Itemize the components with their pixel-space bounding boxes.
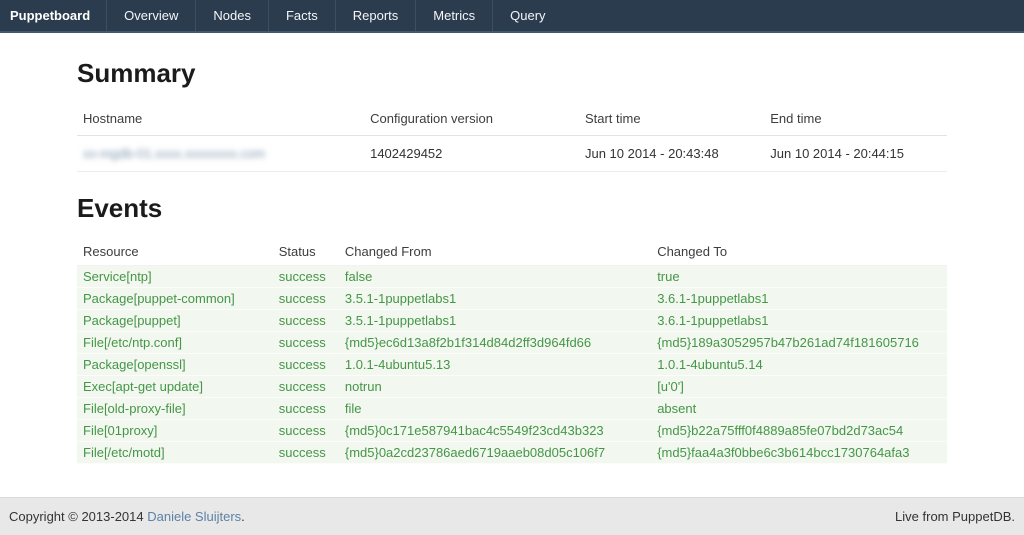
event-status: success bbox=[273, 332, 339, 354]
summary-col-config-version: Configuration version bbox=[364, 102, 579, 136]
event-resource: Package[puppet-common] bbox=[77, 288, 273, 310]
event-changed-to: [u'0'] bbox=[651, 376, 947, 398]
nav-item[interactable]: Overview bbox=[106, 0, 195, 31]
event-status: success bbox=[273, 376, 339, 398]
event-status: success bbox=[273, 310, 339, 332]
summary-col-start-time: Start time bbox=[579, 102, 764, 136]
nav-item[interactable]: Facts bbox=[268, 0, 335, 31]
event-row: File[/etc/ntp.conf] success {md5}ec6d13a… bbox=[77, 332, 947, 354]
event-resource: Service[ntp] bbox=[77, 266, 273, 288]
event-row: Package[openssl] success 1.0.1-4ubuntu5.… bbox=[77, 354, 947, 376]
event-changed-to: 3.6.1-1puppetlabs1 bbox=[651, 310, 947, 332]
copyright-text: Copyright © 2013-2014 Daniele Sluijters. bbox=[9, 509, 245, 524]
event-status: success bbox=[273, 288, 339, 310]
event-resource: File[old-proxy-file] bbox=[77, 398, 273, 420]
start-time-value: Jun 10 2014 - 20:43:48 bbox=[579, 136, 764, 172]
event-resource: File[/etc/ntp.conf] bbox=[77, 332, 273, 354]
event-changed-from: {md5}ec6d13a8f2b1f314d84d2ff3d964fd66 bbox=[339, 332, 651, 354]
config-version-value: 1402429452 bbox=[364, 136, 579, 172]
events-col-status: Status bbox=[273, 237, 339, 266]
nav-item[interactable]: Metrics bbox=[415, 0, 492, 31]
event-changed-from: file bbox=[339, 398, 651, 420]
event-resource: Package[puppet] bbox=[77, 310, 273, 332]
event-row: Package[puppet] success 3.5.1-1puppetlab… bbox=[77, 310, 947, 332]
copyright-prefix: Copyright © 2013-2014 bbox=[9, 509, 147, 524]
event-changed-to: 1.0.1-4ubuntu5.14 bbox=[651, 354, 947, 376]
end-time-value: Jun 10 2014 - 20:44:15 bbox=[764, 136, 947, 172]
event-resource: File[01proxy] bbox=[77, 420, 273, 442]
event-row: File[old-proxy-file] success file absent bbox=[77, 398, 947, 420]
event-row: Exec[apt-get update] success notrun [u'0… bbox=[77, 376, 947, 398]
event-resource: File[/etc/motd] bbox=[77, 442, 273, 464]
events-heading: Events bbox=[77, 193, 947, 224]
main-content: Summary Hostname Configuration version S… bbox=[0, 33, 1024, 497]
events-col-changed-from: Changed From bbox=[339, 237, 651, 266]
event-changed-from: {md5}0a2cd23786aed6719aaeb08d05c106f7 bbox=[339, 442, 651, 464]
events-col-changed-to: Changed To bbox=[651, 237, 947, 266]
events-col-resource: Resource bbox=[77, 237, 273, 266]
summary-heading: Summary bbox=[77, 58, 947, 89]
event-row: File[01proxy] success {md5}0c171e587941b… bbox=[77, 420, 947, 442]
event-row: Package[puppet-common] success 3.5.1-1pu… bbox=[77, 288, 947, 310]
event-row: File[/etc/motd] success {md5}0a2cd23786a… bbox=[77, 442, 947, 464]
summary-col-end-time: End time bbox=[764, 102, 947, 136]
event-changed-to: true bbox=[651, 266, 947, 288]
nav-item[interactable]: Query bbox=[492, 0, 562, 31]
event-changed-to: 3.6.1-1puppetlabs1 bbox=[651, 288, 947, 310]
events-table: Resource Status Changed From Changed To … bbox=[77, 237, 947, 464]
event-changed-from: 3.5.1-1puppetlabs1 bbox=[339, 310, 651, 332]
event-resource: Exec[apt-get update] bbox=[77, 376, 273, 398]
event-status: success bbox=[273, 354, 339, 376]
event-status: success bbox=[273, 420, 339, 442]
event-status: success bbox=[273, 266, 339, 288]
summary-table: Hostname Configuration version Start tim… bbox=[77, 102, 947, 172]
event-resource: Package[openssl] bbox=[77, 354, 273, 376]
hostname-link[interactable]: xx-mgdb-01.xxxx.xxxxxxxx.com bbox=[83, 146, 265, 161]
event-status: success bbox=[273, 442, 339, 464]
copyright-suffix: . bbox=[241, 509, 245, 524]
event-changed-to: absent bbox=[651, 398, 947, 420]
event-row: Service[ntp] success false true bbox=[77, 266, 947, 288]
event-changed-to: {md5}b22a75fff0f4889a85fe07bd2d73ac54 bbox=[651, 420, 947, 442]
summary-col-hostname: Hostname bbox=[77, 102, 364, 136]
event-changed-to: {md5}faa4a3f0bbe6c3b614bcc1730764afa3 bbox=[651, 442, 947, 464]
footer: Copyright © 2013-2014 Daniele Sluijters.… bbox=[0, 497, 1024, 535]
event-changed-to: {md5}189a3052957b47b261ad74f181605716 bbox=[651, 332, 947, 354]
event-changed-from: notrun bbox=[339, 376, 651, 398]
live-from-puppetdb-text: Live from PuppetDB. bbox=[895, 509, 1015, 524]
summary-row: xx-mgdb-01.xxxx.xxxxxxxx.com 1402429452 … bbox=[77, 136, 947, 172]
summary-header-row: Hostname Configuration version Start tim… bbox=[77, 102, 947, 136]
top-navbar: Puppetboard OverviewNodesFactsReportsMet… bbox=[0, 0, 1024, 33]
brand-puppetboard[interactable]: Puppetboard bbox=[0, 0, 106, 31]
event-changed-from: 1.0.1-4ubuntu5.13 bbox=[339, 354, 651, 376]
nav-item[interactable]: Reports bbox=[335, 0, 416, 31]
event-changed-from: {md5}0c171e587941bac4c5549f23cd43b323 bbox=[339, 420, 651, 442]
event-changed-from: 3.5.1-1puppetlabs1 bbox=[339, 288, 651, 310]
events-header-row: Resource Status Changed From Changed To bbox=[77, 237, 947, 266]
event-changed-from: false bbox=[339, 266, 651, 288]
event-status: success bbox=[273, 398, 339, 420]
author-link[interactable]: Daniele Sluijters bbox=[147, 509, 241, 524]
nav-item[interactable]: Nodes bbox=[195, 0, 268, 31]
